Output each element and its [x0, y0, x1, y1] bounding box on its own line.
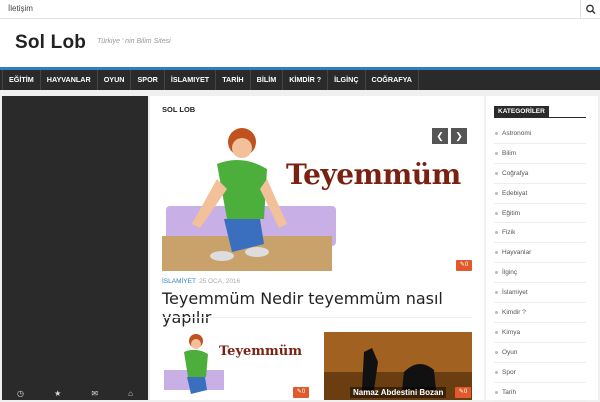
- site-logo[interactable]: Sol Lob: [15, 32, 86, 54]
- category-item[interactable]: Bilim: [494, 144, 586, 164]
- nav-item-cografya[interactable]: COĞRAFYA: [366, 70, 419, 90]
- thumb-post-2[interactable]: Namaz Abdestini Bozan ✎0: [324, 332, 472, 400]
- chevron-left-icon: ❮: [436, 131, 444, 141]
- tags-icon[interactable]: ⌂: [128, 389, 133, 398]
- nav-item-ilginc[interactable]: İLGİNÇ: [328, 70, 366, 90]
- nav-item-spor[interactable]: SPOR: [131, 70, 165, 90]
- top-bar: İletişim: [0, 0, 600, 19]
- boy-illustration: [164, 334, 224, 394]
- category-item[interactable]: Kimdir ?: [494, 303, 586, 323]
- main-content: SOL LOB Teyemmüm ❮ ❯ ✎0 İSLAMİYET 25 OCA,…: [150, 96, 484, 400]
- left-sidebar: ◷ ★ ✉ ⌂: [2, 96, 148, 400]
- contact-link[interactable]: İletişim: [8, 4, 33, 13]
- slider-prev-button[interactable]: ❮: [432, 128, 448, 144]
- nav-item-hayvanlar[interactable]: HAYVANLAR: [41, 70, 98, 90]
- category-item[interactable]: İslamiyet: [494, 283, 586, 304]
- category-item[interactable]: Tarih: [494, 383, 586, 402]
- clock-icon[interactable]: ◷: [17, 389, 24, 398]
- nav-item-oyun[interactable]: OYUN: [98, 70, 132, 90]
- right-sidebar: KATEGORİLER Astronomi Bilim Coğrafya Ede…: [486, 96, 598, 402]
- thumb-1-image-text: Teyemmüm: [219, 344, 302, 359]
- nav-item-bilim[interactable]: BİLİM: [251, 70, 284, 90]
- category-item[interactable]: Hayvanlar: [494, 243, 586, 264]
- comment-count-badge[interactable]: ✎0: [455, 387, 471, 398]
- category-item[interactable]: Kimya: [494, 323, 586, 343]
- nav-item-tarih[interactable]: TARİH: [216, 70, 251, 90]
- section-title: SOL LOB: [162, 105, 196, 114]
- categories-list: Astronomi Bilim Coğrafya Edebiyat Eğitim…: [494, 124, 586, 402]
- post-meta: İSLAMİYET 25 OCA, 2016: [162, 278, 240, 285]
- nav-item-islamiyet[interactable]: İSLAMIYET: [165, 70, 217, 90]
- category-item[interactable]: Fizik: [494, 223, 586, 244]
- post-title[interactable]: Teyemmüm Nedir teyemmüm nasıl yapılır: [162, 289, 484, 327]
- slider-next-button[interactable]: ❯: [451, 128, 467, 144]
- category-item[interactable]: Coğrafya: [494, 164, 586, 184]
- comments-icon[interactable]: ✉: [91, 389, 98, 398]
- divider: [162, 317, 472, 318]
- category-item[interactable]: Edebiyat: [494, 184, 586, 204]
- left-sidebar-tabs: ◷ ★ ✉ ⌂: [2, 386, 148, 400]
- star-icon[interactable]: ★: [54, 389, 61, 398]
- post-category[interactable]: İSLAMİYET: [162, 278, 196, 285]
- comment-count-badge[interactable]: ✎0: [456, 260, 472, 271]
- category-item[interactable]: İlginç: [494, 263, 586, 284]
- thumb-2-image-text: Namaz Abdestini Bozan: [350, 387, 447, 398]
- categories-title-line: [494, 117, 586, 118]
- category-item[interactable]: Astronomi: [494, 124, 586, 144]
- post-date: 25 OCA, 2016: [198, 278, 241, 285]
- category-item[interactable]: Eğitim: [494, 204, 586, 224]
- featured-image[interactable]: Teyemmüm ❮ ❯ ✎0: [162, 124, 472, 271]
- category-item[interactable]: Spor: [494, 363, 586, 383]
- search-icon: [586, 4, 596, 14]
- comment-count-badge[interactable]: ✎0: [293, 387, 309, 398]
- site-header: Sol Lob Türkiye ' nin Bilim Sitesi: [0, 19, 600, 67]
- category-item[interactable]: Oyun: [494, 343, 586, 363]
- main-nav: EĞİTİM HAYVANLAR OYUN SPOR İSLAMIYET TAR…: [0, 70, 600, 90]
- hero-image-text: Teyemmüm: [286, 158, 461, 191]
- nav-item-egitim[interactable]: EĞİTİM: [2, 70, 41, 90]
- search-button[interactable]: [580, 0, 600, 19]
- chevron-right-icon: ❯: [455, 131, 463, 141]
- site-tagline: Türkiye ' nin Bilim Sitesi: [97, 38, 171, 45]
- nav-item-kimdir[interactable]: KİMDİR ?: [283, 70, 329, 90]
- boy-illustration: [192, 128, 287, 261]
- thumb-post-1[interactable]: Teyemmüm ✎0: [162, 332, 310, 400]
- categories-title: KATEGORİLER: [494, 106, 549, 117]
